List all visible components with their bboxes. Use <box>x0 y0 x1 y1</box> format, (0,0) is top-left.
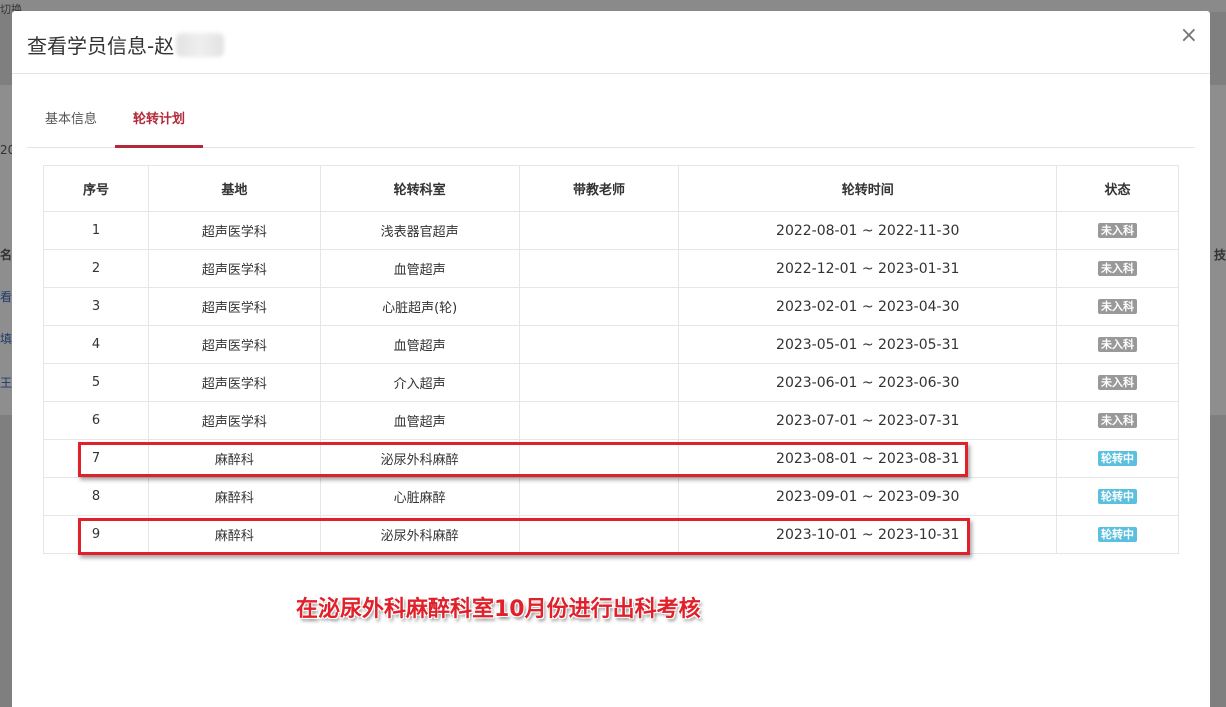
annotation-note: 在泌尿外科麻醉科室10月份进行出科考核 <box>296 597 701 622</box>
header-teacher: 带教老师 <box>518 165 680 212</box>
cell-time: 2023-07-01 ~ 2023-07-31 <box>678 401 1058 440</box>
cell-dept: 介入超声 <box>319 363 520 402</box>
cell-no: 8 <box>43 477 149 516</box>
cell-base: 超声医学科 <box>147 325 321 364</box>
cell-teacher <box>518 287 680 326</box>
table-header-row: 序号 基地 轮转科室 带教老师 轮转时间 状态 <box>43 165 1179 212</box>
cell-no: 3 <box>43 287 149 326</box>
cell-base: 超声医学科 <box>147 363 321 402</box>
header-status: 状态 <box>1056 165 1179 212</box>
cell-status: 轮转中 <box>1056 515 1179 554</box>
status-badge: 未入科 <box>1098 261 1138 276</box>
header-dept: 轮转科室 <box>319 165 520 212</box>
cell-teacher <box>518 325 680 364</box>
cell-base: 超声医学科 <box>147 287 321 326</box>
cell-status: 未入科 <box>1056 211 1179 250</box>
background-fragment: 王 <box>0 376 13 390</box>
cell-dept: 浅表器官超声 <box>319 211 520 250</box>
cell-base: 超声医学科 <box>147 401 321 440</box>
cell-dept: 心脏麻醉 <box>319 477 520 516</box>
status-badge: 轮转中 <box>1098 527 1138 542</box>
modal-title-text: 查看学员信息-赵 <box>27 34 175 58</box>
table-row: 4 超声医学科 血管超声 2023-05-01 ~ 2023-05-31 未入科 <box>43 325 1179 364</box>
cell-teacher <box>518 477 680 516</box>
background-fragment: 看 <box>0 290 13 304</box>
cell-status: 未入科 <box>1056 363 1179 402</box>
header-base: 基地 <box>147 165 321 212</box>
table-row: 6 超声医学科 血管超声 2023-07-01 ~ 2023-07-31 未入科 <box>43 401 1179 440</box>
cell-time: 2023-05-01 ~ 2023-05-31 <box>678 325 1058 364</box>
table-row: 2 超声医学科 血管超声 2022-12-01 ~ 2023-01-31 未入科 <box>43 249 1179 288</box>
background-fragment: 填 <box>0 332 13 346</box>
cell-dept: 心脏超声(轮) <box>319 287 520 326</box>
tab-rotation-plan[interactable]: 轮转计划 <box>115 104 203 148</box>
highlight-box-row-9 <box>78 518 970 555</box>
cell-base: 超声医学科 <box>147 249 321 288</box>
status-badge: 未入科 <box>1098 337 1138 352</box>
cell-dept: 血管超声 <box>319 401 520 440</box>
rotation-plan-table: 序号 基地 轮转科室 带教老师 轮转时间 状态 1 超声医学科 浅表器官超声 2022… <box>43 165 1179 554</box>
highlight-box-row-7 <box>78 442 968 477</box>
cell-time: 2022-08-01 ~ 2022-11-30 <box>678 211 1058 250</box>
cell-teacher <box>518 249 680 288</box>
modal-title: 查看学员信息-赵 <box>27 30 225 59</box>
cell-teacher <box>518 401 680 440</box>
status-badge: 未入科 <box>1098 299 1138 314</box>
cell-no: 6 <box>43 401 149 440</box>
header-time: 轮转时间 <box>678 165 1058 212</box>
cell-no: 4 <box>43 325 149 364</box>
table-row: 5 超声医学科 介入超声 2023-06-01 ~ 2023-06-30 未入科 <box>43 363 1179 402</box>
table-row: 8 麻醉科 心脏麻醉 2023-09-01 ~ 2023-09-30 轮转中 <box>43 477 1179 516</box>
cell-status: 未入科 <box>1056 249 1179 288</box>
background-fragment: 名 <box>0 248 13 262</box>
background-fragment: 技 <box>1214 248 1226 262</box>
cell-teacher <box>518 211 680 250</box>
cell-status: 未入科 <box>1056 287 1179 326</box>
table-body: 1 超声医学科 浅表器官超声 2022-08-01 ~ 2022-11-30 未入科 2 超… <box>43 211 1179 554</box>
cell-no: 2 <box>43 249 149 288</box>
status-badge: 未入科 <box>1098 413 1138 428</box>
tab-bar: 基本信息 轮转计划 <box>27 104 1195 148</box>
table-row: 3 超声医学科 心脏超声(轮) 2023-02-01 ~ 2023-04-30 未入科 <box>43 287 1179 326</box>
cell-time: 2023-06-01 ~ 2023-06-30 <box>678 363 1058 402</box>
cell-no: 5 <box>43 363 149 402</box>
close-button[interactable]: × <box>1180 25 1198 47</box>
cell-dept: 血管超声 <box>319 249 520 288</box>
status-badge: 轮转中 <box>1098 489 1138 504</box>
table-row: 1 超声医学科 浅表器官超声 2022-08-01 ~ 2022-11-30 未入科 <box>43 211 1179 250</box>
status-badge: 未入科 <box>1098 223 1138 238</box>
cell-status: 未入科 <box>1056 401 1179 440</box>
cell-base: 超声医学科 <box>147 211 321 250</box>
modal-header: 查看学员信息-赵 × <box>12 11 1210 74</box>
cell-teacher <box>518 363 680 402</box>
cell-dept: 血管超声 <box>319 325 520 364</box>
cell-time: 2022-12-01 ~ 2023-01-31 <box>678 249 1058 288</box>
cell-no: 1 <box>43 211 149 250</box>
cell-time: 2023-09-01 ~ 2023-09-30 <box>678 477 1058 516</box>
cell-time: 2023-02-01 ~ 2023-04-30 <box>678 287 1058 326</box>
cell-status: 未入科 <box>1056 325 1179 364</box>
cell-base: 麻醉科 <box>147 477 321 516</box>
header-no: 序号 <box>43 165 149 212</box>
status-badge: 轮转中 <box>1098 451 1138 466</box>
cell-status: 轮转中 <box>1056 477 1179 516</box>
blurred-name <box>176 32 225 57</box>
cell-status: 轮转中 <box>1056 439 1179 478</box>
status-badge: 未入科 <box>1098 375 1138 390</box>
tab-basic-info[interactable]: 基本信息 <box>27 104 115 148</box>
